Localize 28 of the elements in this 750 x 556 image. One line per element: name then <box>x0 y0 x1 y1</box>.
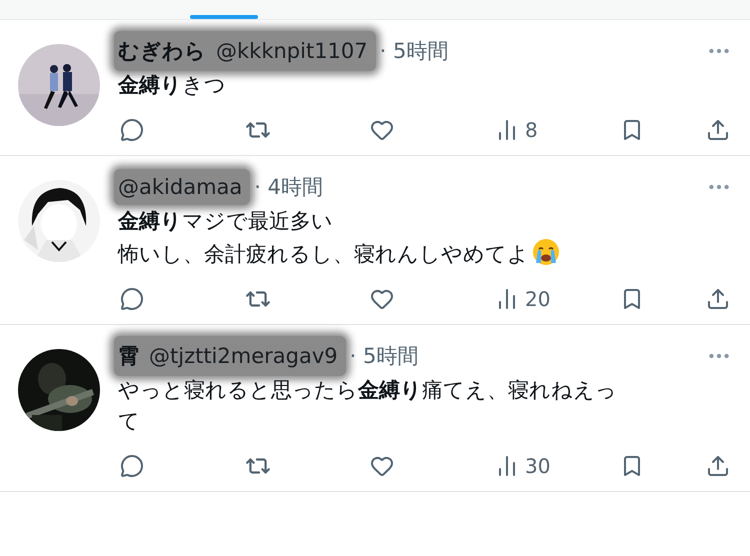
share-icon <box>706 287 730 311</box>
user-handle: @tjztti2meragav9 <box>149 344 338 368</box>
share-button[interactable] <box>706 287 730 311</box>
share-button[interactable] <box>706 118 730 142</box>
heart-icon <box>370 454 394 478</box>
share-icon <box>706 118 730 142</box>
heart-icon <box>370 287 394 311</box>
post-text: やっと寝れると思ったら金縛り痛てえ、寝れねえって <box>118 378 617 433</box>
share-icon <box>706 454 730 478</box>
post-time: · 4時間 <box>254 174 323 201</box>
post-text: 金縛りマジで最近多い <box>118 209 333 233</box>
tab-indicator <box>190 15 258 19</box>
post-time: · 5時間 <box>380 38 448 65</box>
user-handle: @akidamaa <box>118 175 242 199</box>
user-handle: @kkknpit1107 <box>216 39 368 63</box>
views-button[interactable]: 8 <box>495 118 620 142</box>
share-button[interactable] <box>706 454 730 478</box>
speech-bubble-icon <box>120 287 144 311</box>
post-time: · 5時間 <box>350 343 418 370</box>
speech-bubble-icon <box>120 118 144 142</box>
post-text: 怖いし、余計疲れるし、寝れんしやめてよ <box>118 242 529 266</box>
heart-icon <box>370 118 394 142</box>
display-name: むぎわら <box>118 38 206 65</box>
post-text: 金縛りきつ <box>118 73 226 97</box>
views-button[interactable]: 30 <box>495 454 620 478</box>
display-name: 霄 <box>118 343 139 370</box>
speech-bubble-icon <box>120 454 144 478</box>
views-button[interactable]: 20 <box>495 287 620 311</box>
